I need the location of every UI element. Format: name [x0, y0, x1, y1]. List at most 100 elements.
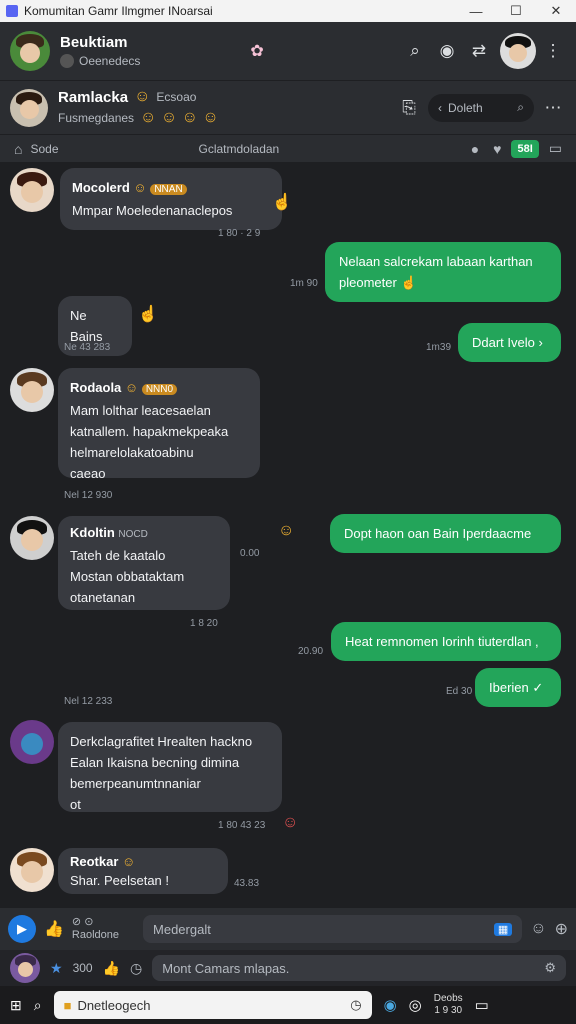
- toolbar-left[interactable]: Sode: [30, 142, 58, 156]
- input-placeholder: Mont Camars mlapas.: [162, 960, 290, 976]
- timestamp: 1 80 · 2 9: [218, 228, 261, 239]
- message-bubble[interactable]: Kdoltin NOCD Tateh de kaatalo Mostan obb…: [58, 516, 230, 610]
- header-info: Beuktiam Oeenedecs: [60, 34, 140, 68]
- message-bubble-out[interactable]: Heat remnomen Iorinh tiuterdlan ,: [331, 622, 561, 661]
- taskbar-search[interactable]: ■ Dnetleogech ◷: [53, 991, 372, 1019]
- clock-line-2: 1 9 30: [434, 1005, 463, 1016]
- timestamp: 1m39: [426, 342, 452, 353]
- message-text: Nelaan salcrekam labaan karthan pleomete…: [339, 254, 533, 290]
- timestamp: 1 80 43 23: [218, 820, 266, 831]
- emoji-icon: ☺: [122, 854, 136, 869]
- message-line: katnallem. hapakmekpeaka: [70, 424, 229, 439]
- app-icon: ■: [63, 997, 72, 1013]
- emoji-picker-icon[interactable]: ☺: [530, 920, 546, 938]
- check-icon: ✓: [532, 680, 544, 695]
- avatar[interactable]: [10, 953, 40, 983]
- timestamp: Nel 12 930: [64, 490, 113, 501]
- message-text: Mmpar Moeledenanaclepos: [72, 203, 233, 218]
- pin-icon[interactable]: ⎘: [396, 95, 422, 121]
- count-badge: 58I: [511, 139, 539, 158]
- dm-info: Ramlacka ☺ Ecsoao Fusmegdanes ☺ ☺ ☺ ☺: [58, 88, 219, 127]
- header-name: Beuktiam: [60, 34, 128, 51]
- chat-icon[interactable]: ▭: [549, 140, 562, 157]
- chevron-left-icon: ‹: [438, 100, 442, 115]
- message-bubble[interactable]: Mocolerd ☺ NNAN Mmpar Moeledenanaclepos: [60, 168, 282, 230]
- windows-start-icon[interactable]: ⊞: [10, 997, 22, 1014]
- avatar[interactable]: [10, 31, 50, 71]
- share-icon[interactable]: ⇄: [466, 38, 492, 64]
- search-icon[interactable]: ⌕: [34, 997, 42, 1014]
- thumbs-icon[interactable]: 👍: [103, 960, 120, 977]
- more-icon[interactable]: ⋯: [540, 95, 566, 121]
- dm-search-label: Doleth: [448, 100, 483, 115]
- message-line: Mam lolthar leacesaelan: [70, 403, 211, 418]
- message-input[interactable]: Medergalt ▦: [143, 915, 523, 943]
- taskbar-clock: Deobs 1 9 30: [434, 993, 463, 1017]
- close-button[interactable]: ✕: [536, 0, 576, 22]
- message-line: caeao: [70, 466, 106, 481]
- record-icon[interactable]: ●: [471, 141, 479, 157]
- clock-line-1: Deobs: [433, 993, 463, 1004]
- emoji-icon: ☺: [282, 814, 299, 831]
- message-bubble[interactable]: Rodaola ☺ NNN0 Mam lolthar leacesaelan k…: [58, 368, 260, 481]
- window-title: Komumitan Gamr Ilmgmer INoarsai: [24, 4, 213, 18]
- app-icon: [6, 5, 18, 17]
- sender-name: Reotkar: [70, 854, 119, 869]
- channel-toolbar: ⌂ Sode Gclatmdoladan ● ♥ 58I ▭: [0, 134, 576, 162]
- timestamp: Ed 30: [446, 686, 473, 697]
- heart-icon[interactable]: ♥: [493, 141, 501, 157]
- camera-icon[interactable]: ◎: [409, 996, 422, 1014]
- message-bubble-out[interactable]: Ddart Ivelo ›: [458, 323, 561, 362]
- avatar[interactable]: [10, 168, 54, 212]
- dm-search[interactable]: ‹ Doleth ⌕: [428, 93, 534, 122]
- toolbar-center: Gclatmdoladan: [198, 141, 280, 156]
- secondary-input[interactable]: Mont Camars mlapas. ⚙: [152, 955, 566, 981]
- composer-label: Raoldone: [71, 929, 120, 941]
- avatar[interactable]: [10, 88, 48, 127]
- sparkle-icon: ✿: [250, 43, 264, 60]
- clock-icon: ◷: [350, 997, 362, 1012]
- chat-area[interactable]: Mocolerd ☺ NNAN Mmpar Moeledenanaclepos …: [0, 162, 576, 908]
- message-bubble-out[interactable]: Dopt haon oan Bain Iperdaacme: [330, 514, 561, 553]
- maximize-button[interactable]: ☐: [496, 0, 536, 22]
- star-icon[interactable]: ★: [50, 960, 63, 977]
- minimize-button[interactable]: —: [456, 0, 496, 22]
- taskbar: ⊞ ⌕ ■ Dnetleogech ◷ ◉ ◎ Deobs 1 9 30 ▭: [0, 986, 576, 1024]
- add-icon[interactable]: ⊕: [555, 919, 568, 939]
- attach-icons[interactable]: ⊘ ⊙: [72, 916, 119, 929]
- search-icon[interactable]: ⌕: [402, 38, 428, 64]
- sender-name: Kdoltin: [70, 525, 115, 540]
- browser-icon[interactable]: ◉: [384, 996, 397, 1014]
- settings-icon[interactable]: ⚙: [544, 960, 556, 976]
- emoji-icon: ☺: [278, 522, 295, 539]
- like-icon[interactable]: 👍: [44, 919, 64, 939]
- emoji-row-icon: ☺ ☺ ☺ ☺: [140, 109, 219, 126]
- message-bubble-out[interactable]: Nelaan salcrekam labaan karthan pleomete…: [325, 242, 561, 302]
- message-bubble-out[interactable]: Iberien ✓: [475, 668, 561, 707]
- timestamp: 1m 90: [290, 278, 318, 289]
- message-text: Iberien: [489, 680, 529, 695]
- avatar[interactable]: [10, 368, 54, 412]
- message-line: ot: [70, 797, 81, 812]
- avatar[interactable]: [10, 516, 54, 560]
- more-icon[interactable]: ⋮: [540, 38, 566, 64]
- clock-icon[interactable]: ◷: [130, 960, 142, 977]
- message-bubble[interactable]: Reotkar ☺ Shar. Peelsetan !: [58, 848, 228, 894]
- notification-icon[interactable]: ▭: [475, 996, 489, 1014]
- message-bubble[interactable]: Derkclagrafitet Hrealten hackno Ealan Ik…: [58, 722, 282, 812]
- message-line: otanetanan: [70, 590, 136, 605]
- timestamp: Nel 12 233: [64, 696, 113, 707]
- composer-row-2: ★ 300 👍 ◷ Mont Camars mlapas. ⚙: [0, 950, 576, 986]
- play-icon[interactable]: ▶: [8, 915, 36, 943]
- gif-icon[interactable]: ▦: [493, 922, 513, 936]
- avatar[interactable]: [10, 720, 54, 764]
- compass-icon[interactable]: ◉: [434, 38, 460, 64]
- avatar[interactable]: [10, 848, 54, 892]
- input-placeholder: Medergalt: [153, 921, 211, 937]
- composer-actions: ⊘ ⊙ Raoldone: [72, 916, 119, 942]
- message-text: Heat remnomen Iorinh tiuterdlan ,: [345, 634, 539, 649]
- user-avatar[interactable]: [500, 33, 536, 69]
- dm-header: Ramlacka ☺ Ecsoao Fusmegdanes ☺ ☺ ☺ ☺ ⎘ …: [0, 80, 576, 134]
- window-titlebar: Komumitan Gamr Ilmgmer INoarsai — ☐ ✕: [0, 0, 576, 22]
- home-icon[interactable]: ⌂: [14, 141, 22, 157]
